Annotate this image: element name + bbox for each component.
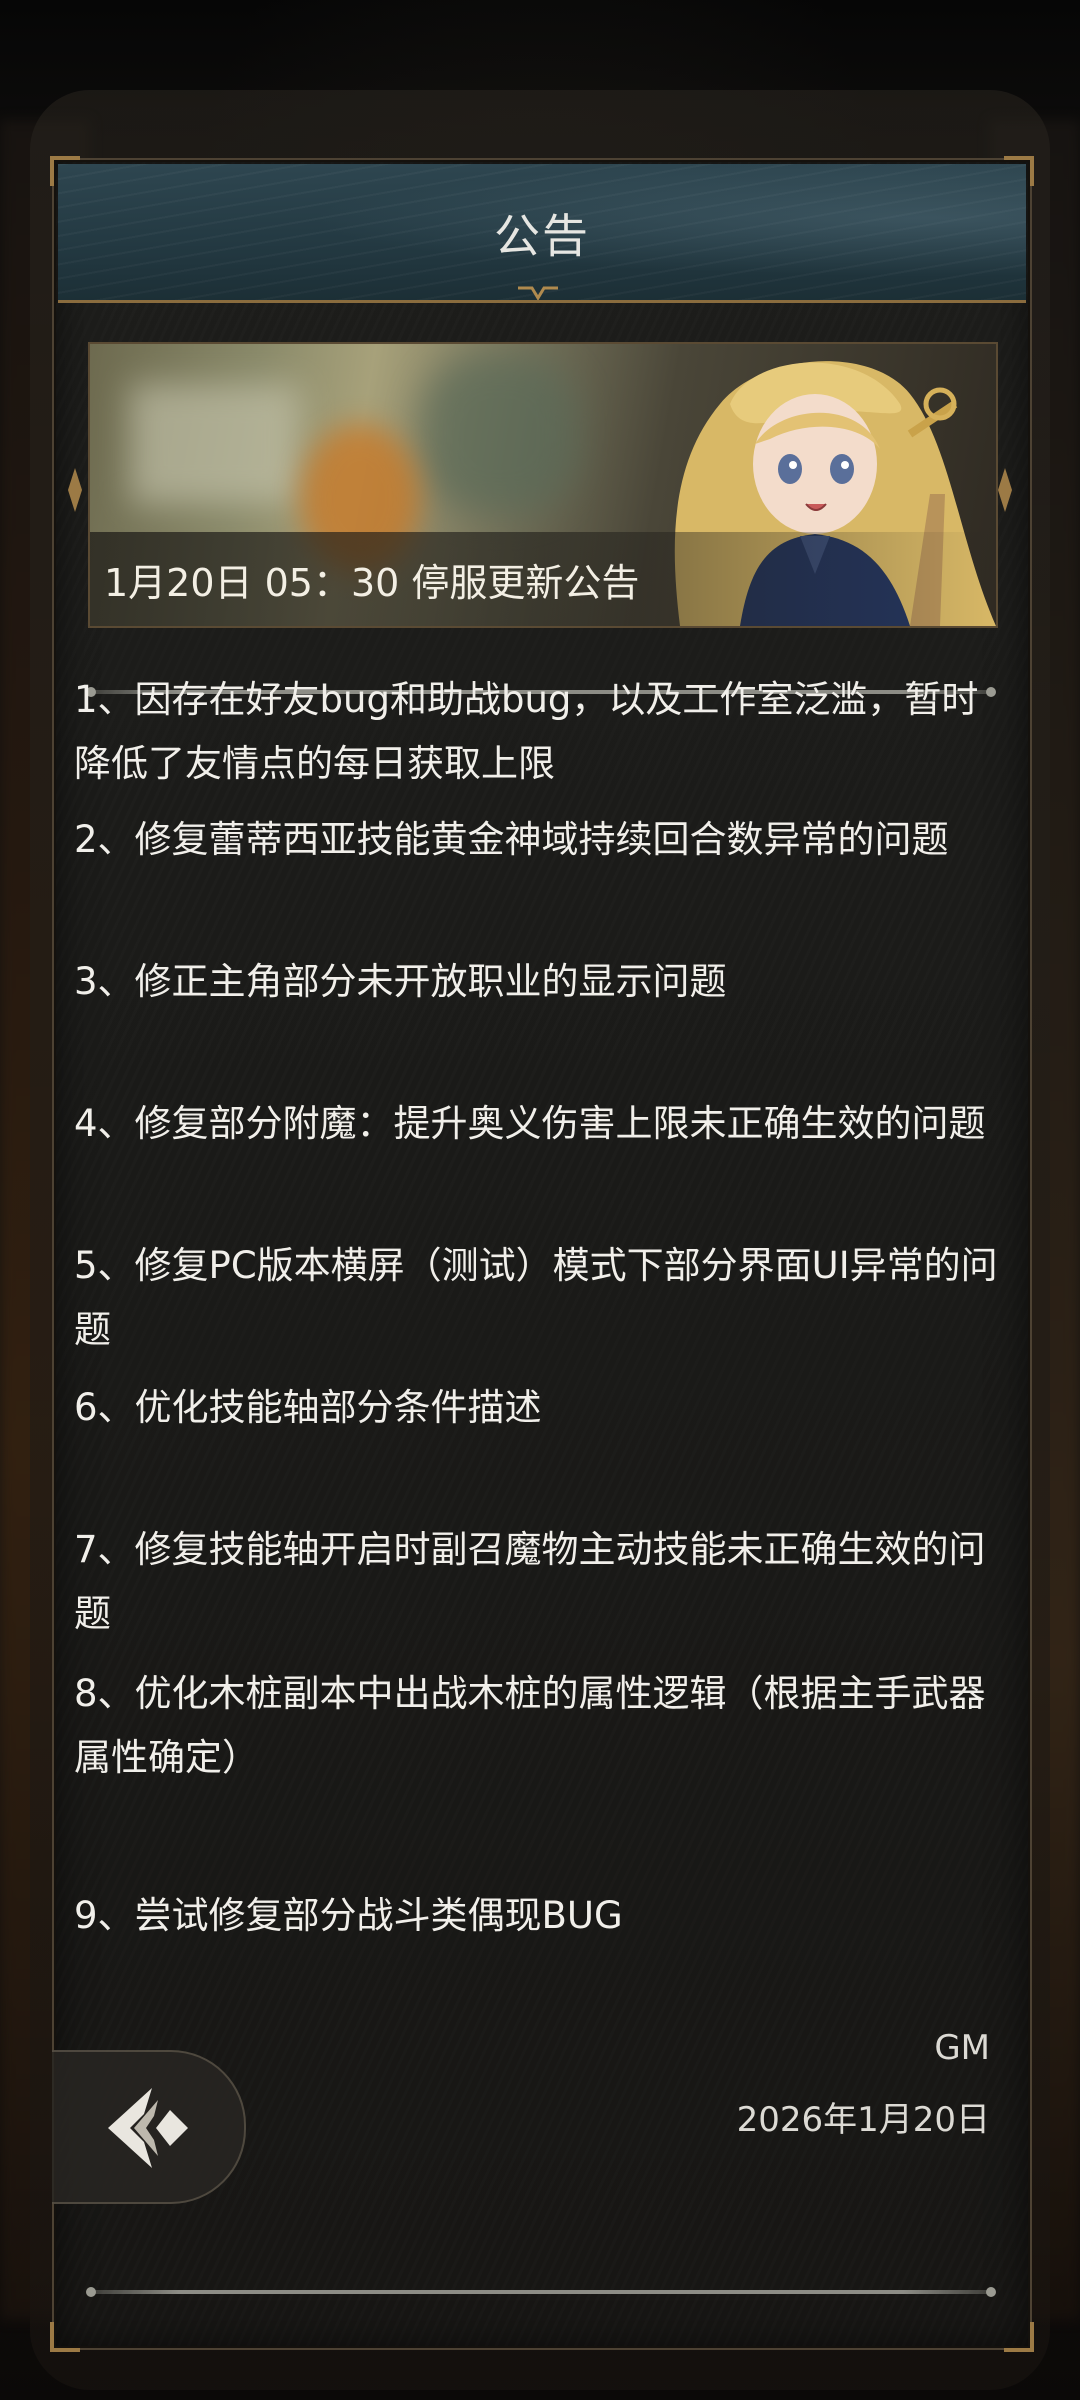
game-screen: 公告 1月20日 05：30 停服更新公告 1、因存在好友bug和助战bug，以… [0,0,1080,2400]
list-item: 1、因存在好友bug和助战bug，以及工作室泛滥，暂时降低了友情点的每日获取上限 [74,678,979,785]
list-item: 4、修复部分附魔：提升奥义伤害上限未正确生效的问题 [74,1102,986,1145]
frame-corner-icon [50,2322,80,2352]
gold-ornament-icon [518,286,558,300]
back-arrow-icon [108,2088,188,2168]
list-item: 7、修复技能轴开启时副召魔物主动技能未正确生效的问题 [74,1528,986,1635]
list-item: 6、优化技能轴部分条件描述 [74,1386,542,1429]
divider-bottom [86,2287,996,2297]
list-item: 3、修正主角部分未开放职业的显示问题 [74,960,727,1003]
frame-corner-icon [1004,2322,1034,2352]
notice-date: 2026年1月20日 [736,2100,990,2140]
announcement-panel: 公告 1月20日 05：30 停服更新公告 1、因存在好友bug和助战bug，以… [50,156,1034,2352]
panel-header: 公告 [58,164,1026,303]
banner-caption: 1月20日 05：30 停服更新公告 [104,561,640,605]
page-title: 公告 [494,209,590,263]
list-item: 2、修复蕾蒂西亚技能黄金神域持续回合数异常的问题 [74,818,949,861]
back-button[interactable] [52,2050,246,2204]
list-item: 8、优化木桩副本中出战木桩的属性逻辑（根据主手武器属性确定） [74,1672,986,1779]
signature: GM [934,2028,990,2068]
list-item: 5、修复PC版本横屏（测试）模式下部分界面UI异常的问题 [74,1244,998,1351]
list-item: 9、尝试修复部分战斗类偶现BUG [74,1894,623,1937]
gold-ornament-icon [68,468,82,512]
announcement-banner[interactable]: 1月20日 05：30 停服更新公告 [88,342,998,628]
gold-ornament-icon [998,468,1012,512]
